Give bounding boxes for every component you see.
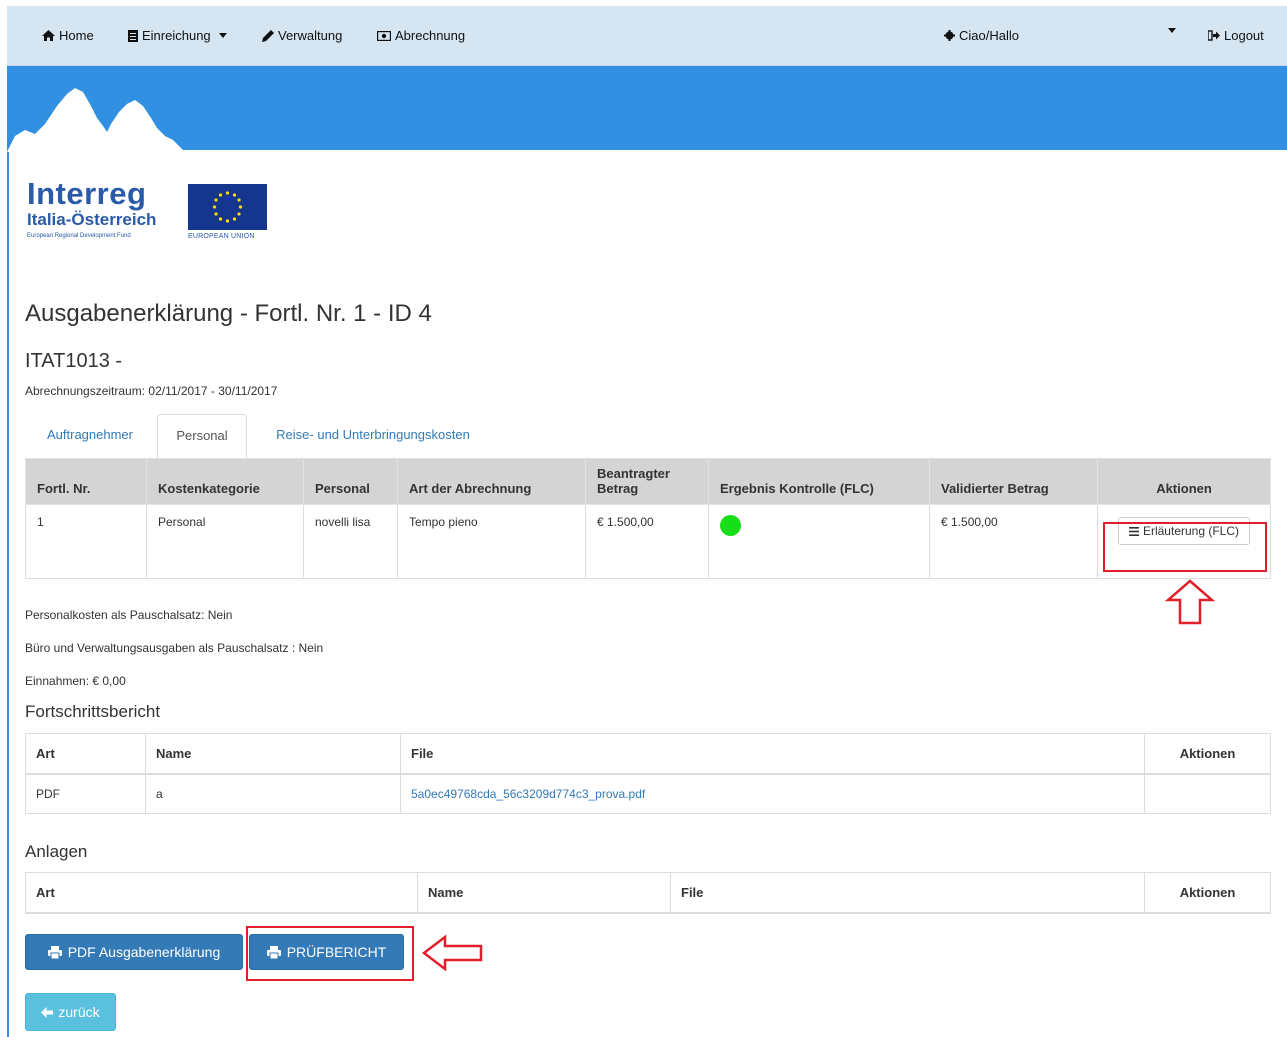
chevron-down-icon [218,33,227,38]
eu-flag-icon [188,184,267,230]
section-title-anlagen: Anlagen [25,842,88,861]
column-header: Aktionen [1097,458,1271,505]
cell-actions: Erläuterung (FLC) [1097,504,1271,579]
pruefbericht-button[interactable]: PRÜFBERICHT [249,934,404,970]
print-icon [47,945,62,959]
nav-user-label: Ciao/Hallo [959,28,1019,43]
column-header: Aktionen [1144,872,1271,914]
logout-icon [1208,30,1220,41]
column-header: Personal [303,458,398,505]
page-title: Ausgabenerklärung - Fortl. Nr. 1 - ID 4 [25,300,432,327]
header-banner [7,66,1287,152]
tab-bar: Auftragnehmer Personal Reise- und Unterb… [25,414,1271,459]
pencil-icon [262,29,274,42]
top-navbar: Home Einreichung Verwaltung Abrechnung C… [7,6,1287,66]
pruefbericht-label: PRÜFBERICHT [286,944,387,960]
project-code: ITAT1013 - [25,350,123,372]
column-header: Ergebnis Kontrolle (FLC) [708,458,930,505]
cell-name: a [145,773,401,814]
cell-personal: novelli lisa [303,504,398,579]
nav-dropdown-toggle[interactable] [1164,28,1176,33]
annotation-arrow-left-icon [421,934,483,972]
back-label: zurück [58,1004,100,1020]
cell-validiert: € 1.500,00 [929,504,1098,579]
column-header: Beantragter Betrag [585,458,709,505]
pdf-ausgabenerklaerung-button[interactable]: PDF Ausgabenerklärung [25,934,243,970]
progress-report-table: Art Name File Aktionen PDF a 5a0ec49768c… [25,733,1271,814]
nav-logout-label: Logout [1224,28,1264,43]
arrow-left-icon [41,1006,54,1018]
logo-line1: Interreg [27,176,147,211]
tab-reise-unterbringung[interactable]: Reise- und Unterbringungskosten [248,414,498,457]
app-frame: Home Einreichung Verwaltung Abrechnung C… [7,6,1287,1037]
nav-verwaltung[interactable]: Verwaltung [262,28,342,43]
column-header: Fortl. Nr. [25,458,147,505]
table-row: 1 Personal novelli lisa Tempo pieno € 1.… [25,504,1271,579]
nav-home[interactable]: Home [42,28,94,43]
column-header: Art [25,733,146,775]
column-header: Art [25,872,418,914]
billing-period: Abrechnungszeitraum: 02/11/2017 - 30/11/… [25,384,278,398]
nav-einreichung-label: Einreichung [142,28,211,43]
interreg-logo: Interreg Italia-Österreich European Regi… [27,176,272,252]
logo-line2: Italia-Österreich [27,210,157,229]
chevron-down-icon [1168,28,1176,33]
money-icon [377,30,391,41]
section-title-fortschrittsbericht: Fortschrittsbericht [25,702,161,721]
column-header: Art der Abrechnung [397,458,586,505]
mountains-illustration [7,88,185,152]
info-personalkosten: Personalkosten als Pauschalsatz: Nein [25,608,233,622]
column-header: Name [145,733,401,775]
pdf-ausgabenerklaerung-label: PDF Ausgabenerklärung [67,944,221,960]
column-header: Aktionen [1144,733,1271,775]
cell-ergebnis [708,504,930,579]
cost-table: Fortl. Nr. Kostenkategorie Personal Art … [25,458,1271,579]
cell-art: PDF [25,773,146,814]
status-ok-indicator [720,515,741,536]
erlaeuterung-flc-button[interactable]: Erläuterung (FLC) [1117,517,1251,545]
nav-abrechnung[interactable]: Abrechnung [377,28,465,43]
cell-actions [1144,773,1271,814]
attachments-table: Art Name File Aktionen [25,872,1271,914]
info-einnahmen: Einnahmen: € 0,00 [25,674,126,688]
column-header: Name [417,872,671,914]
nav-abrechnung-label: Abrechnung [395,28,466,43]
main-content: Interreg Italia-Österreich European Regi… [9,150,1287,1037]
cell-file: 5a0ec49768cda_56c3209d774c3_prova.pdf [400,773,1145,814]
column-header: Validierter Betrag [929,458,1098,505]
gear-icon [944,30,955,41]
home-icon [42,30,55,41]
nav-einreichung[interactable]: Einreichung [128,28,227,43]
nav-verwaltung-label: Verwaltung [278,28,343,43]
cell-nr: 1 [25,504,147,579]
cell-beantragt: € 1.500,00 [585,504,709,579]
back-button[interactable]: zurück [25,993,116,1031]
annotation-arrow-up-icon [1165,579,1215,625]
print-icon [266,945,281,959]
document-icon [128,29,138,42]
nav-logout[interactable]: Logout [1208,28,1264,43]
info-buero: Büro und Verwaltungsausgaben als Pauscha… [25,641,324,655]
logo-line3: European Regional Development Fund [27,233,131,239]
tab-auftragnehmer[interactable]: Auftragnehmer [25,414,155,457]
cell-art: Tempo pieno [397,504,586,579]
table-header-row: Art Name File Aktionen [25,872,1271,914]
file-link[interactable]: 5a0ec49768cda_56c3209d774c3_prova.pdf [411,787,645,801]
column-header-label: Beantragter Betrag [597,466,670,496]
table-header-row: Art Name File Aktionen [25,733,1271,775]
list-icon [1128,526,1139,536]
nav-user[interactable]: Ciao/Hallo [944,28,1019,43]
eu-label: EUROPEAN UNION [188,233,255,240]
column-header: File [400,733,1145,775]
cell-kategorie: Personal [146,504,304,579]
column-header: Kostenkategorie [146,458,304,505]
nav-home-label: Home [59,28,94,43]
erlaeuterung-flc-label: Erläuterung (FLC) [1142,524,1240,538]
table-header-row: Fortl. Nr. Kostenkategorie Personal Art … [25,458,1271,505]
column-header: File [670,872,1145,914]
table-row: PDF a 5a0ec49768cda_56c3209d774c3_prova.… [25,773,1271,814]
tab-personal[interactable]: Personal [157,414,247,459]
